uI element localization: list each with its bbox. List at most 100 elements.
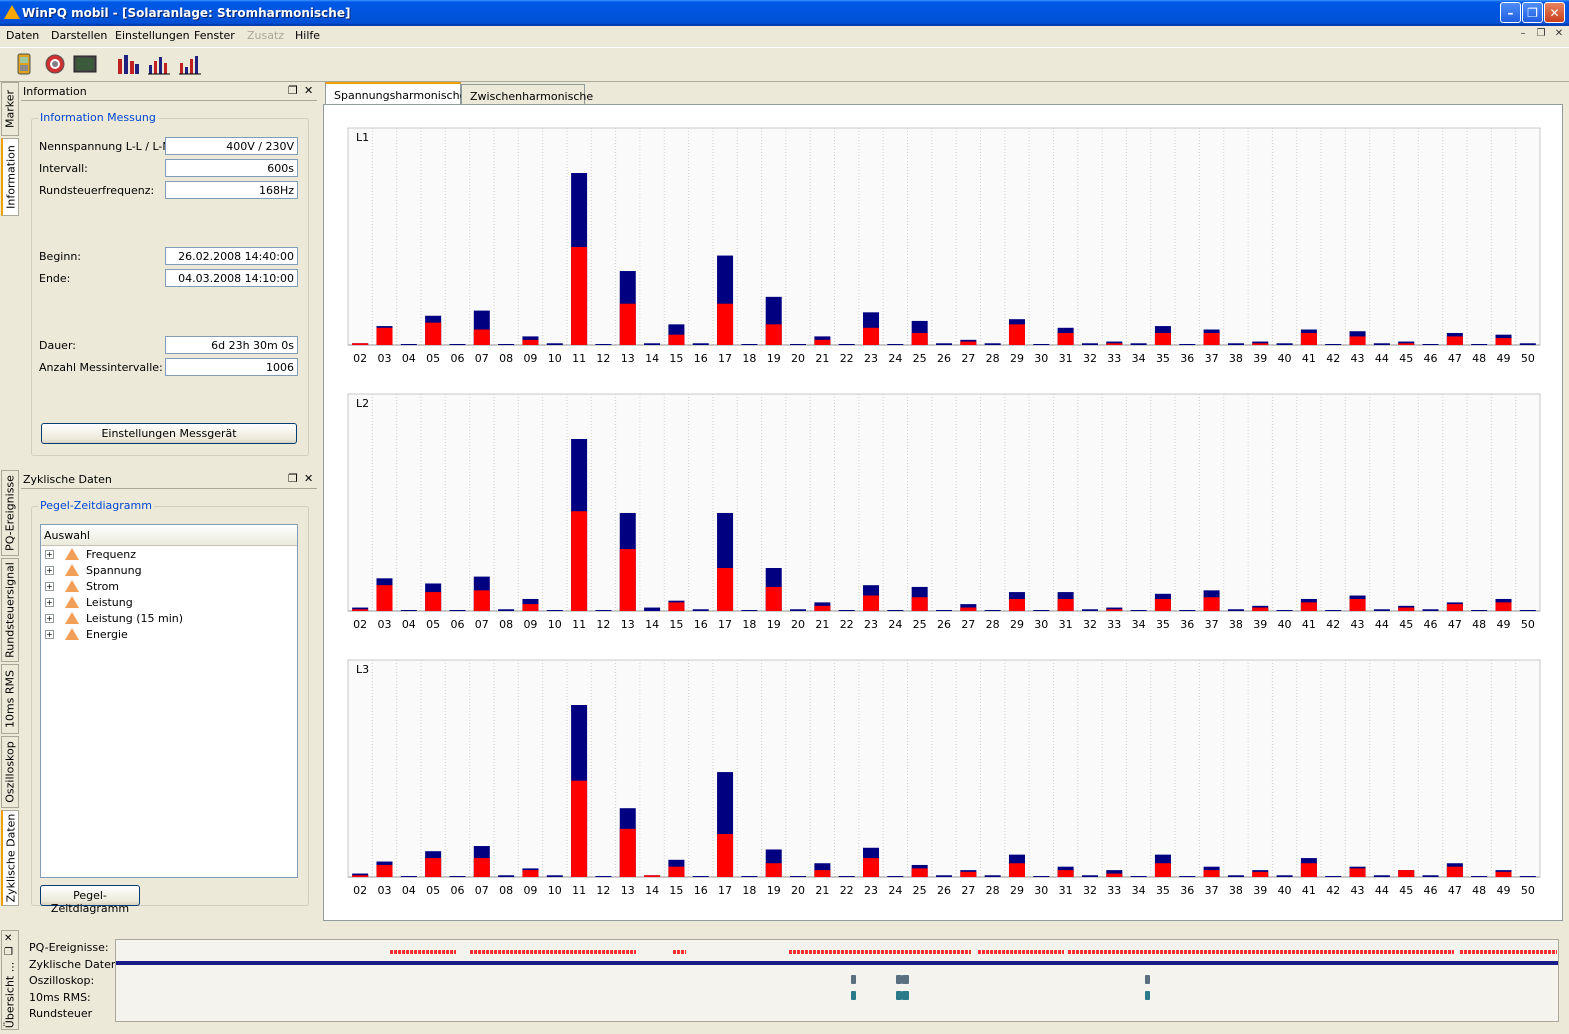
label-rundsteuerfrequenz: Rundsteuerfrequenz: <box>39 184 155 197</box>
bar-red-13 <box>619 828 636 877</box>
tick-label-09: 09 <box>523 618 537 631</box>
bar-blue-24 <box>887 876 904 877</box>
side-tab-rundsteuersignal[interactable]: Rundsteuersignal <box>1 558 19 662</box>
close-icon[interactable]: ✕ <box>304 84 313 97</box>
oscilloscope-marker <box>902 975 909 984</box>
bar-red-41 <box>1300 602 1317 611</box>
timeline-graphic <box>116 950 1558 1000</box>
bar-blue-42 <box>1325 344 1342 345</box>
pegel-zeitdiagramm-button[interactable]: Pegel-Zeitdiagramm <box>40 885 140 915</box>
mdi-restore-icon[interactable]: ❐ <box>1534 28 1548 41</box>
menu-einstellungen[interactable]: Einstellungen <box>115 29 190 42</box>
tick-label-15: 15 <box>669 352 683 365</box>
bar-blue-10 <box>546 343 563 345</box>
oscilloscope-marker <box>896 975 902 984</box>
tick-label-13: 13 <box>621 884 635 897</box>
tick-label-24: 24 <box>888 618 902 631</box>
bar-blue-30 <box>1033 610 1050 611</box>
warning-triangle-icon <box>65 628 79 640</box>
side-tab-information[interactable]: Information <box>1 138 19 216</box>
menu-darstellen[interactable]: Darstellen <box>51 29 107 42</box>
bar-blue-12 <box>595 610 612 611</box>
monitor-icon[interactable] <box>73 53 97 75</box>
bar-red-21 <box>814 605 831 611</box>
bar-red-39 <box>1252 871 1269 877</box>
bar-red-09 <box>522 870 539 877</box>
tab-spannungsharmonische[interactable]: Spannungsharmonische <box>325 82 466 105</box>
field-ende[interactable]: 04.03.2008 14:10:00 <box>165 269 298 287</box>
mdi-close-icon[interactable]: ✕ <box>1552 28 1566 41</box>
label-beginn: Beginn: <box>39 250 82 263</box>
float-icon[interactable]: ❐ <box>288 472 298 485</box>
bar-blue-38 <box>1227 875 1244 877</box>
bar-red-13 <box>619 303 636 345</box>
refresh-icon[interactable] <box>43 53 67 75</box>
chart-plot-area <box>347 659 1541 878</box>
tab-zwischenharmonische[interactable]: Zwischenharmonische <box>461 84 593 104</box>
tick-label-17: 17 <box>718 352 732 365</box>
tick-label-16: 16 <box>694 884 708 897</box>
close-icon[interactable]: ✕ <box>304 472 313 485</box>
bar-blue-48 <box>1471 876 1488 877</box>
field-nennspannung[interactable]: 400V / 230V <box>165 137 298 155</box>
tick-label-30: 30 <box>1034 352 1048 365</box>
bar-red-25 <box>911 597 928 611</box>
overview-timeline[interactable] <box>115 939 1559 1022</box>
bar-blue-22 <box>838 344 855 345</box>
overview-tab[interactable]: ✕ ❐ Übersicht ... <box>1 930 19 1030</box>
einstellungen-messgeraet-button[interactable]: Einstellungen Messgerät <box>41 423 297 444</box>
field-beginn[interactable]: 26.02.2008 14:40:00 <box>165 247 298 265</box>
mdi-minimize-icon[interactable]: – <box>1516 28 1530 41</box>
expand-icon[interactable]: + <box>45 582 54 591</box>
tick-label-39: 39 <box>1253 618 1267 631</box>
bar-chart-icon[interactable] <box>147 53 171 75</box>
menu-fenster[interactable]: Fenster <box>194 29 235 42</box>
minimize-button[interactable]: – <box>1500 2 1521 23</box>
bar-red-31 <box>1057 332 1074 345</box>
expand-icon[interactable]: + <box>45 614 54 623</box>
tick-label-32: 32 <box>1083 884 1097 897</box>
expand-icon[interactable]: + <box>45 630 54 639</box>
tick-label-36: 36 <box>1180 618 1194 631</box>
menu-daten[interactable]: Daten <box>6 29 39 42</box>
side-tab-10ms-rms[interactable]: 10ms RMS <box>1 664 19 734</box>
menu-hilfe[interactable]: Hilfe <box>295 29 320 42</box>
overview-label-rundsteuer: Rundsteuer <box>29 1007 93 1020</box>
float-icon[interactable]: ❐ <box>4 947 13 958</box>
bar-red-02 <box>352 609 369 611</box>
bar-red-13 <box>619 549 636 611</box>
tick-label-30: 30 <box>1034 618 1048 631</box>
expand-icon[interactable]: + <box>45 566 54 575</box>
field-dauer[interactable]: 6d 23h 30m 0s <box>165 336 298 354</box>
close-icon[interactable]: ✕ <box>4 933 12 944</box>
expand-icon[interactable]: + <box>45 550 54 559</box>
harmonics-chart-icon[interactable] <box>116 53 140 75</box>
device-icon[interactable] <box>12 53 36 75</box>
side-tab-oszilloskop[interactable]: Oszilloskop <box>1 736 19 808</box>
field-anzahl-messintervalle[interactable]: 1006 <box>165 358 298 376</box>
selection-tree[interactable]: Auswahl + Frequenz + Spannung + Strom + Leis… <box>40 524 298 878</box>
field-rundsteuerfrequenz[interactable]: 168Hz <box>165 181 298 199</box>
close-button[interactable]: ✕ <box>1544 2 1565 23</box>
bar-blue-10 <box>546 875 563 877</box>
tick-label-02: 02 <box>353 352 367 365</box>
bar-blue-08 <box>498 609 515 611</box>
side-tab-pq-ereignisse[interactable]: PQ-Ereignisse <box>1 470 19 556</box>
restore-button[interactable]: ❐ <box>1522 2 1543 23</box>
field-intervall[interactable]: 600s <box>165 159 298 177</box>
interharmonics-chart-icon[interactable] <box>178 53 202 75</box>
bar-blue-42 <box>1325 876 1342 877</box>
expand-icon[interactable]: + <box>45 598 54 607</box>
tick-label-40: 40 <box>1278 884 1292 897</box>
side-tab-zyklische-daten[interactable]: Zyklische Daten <box>1 810 19 906</box>
float-icon[interactable]: ❐ <box>288 84 298 97</box>
tick-label-22: 22 <box>840 618 854 631</box>
tick-label-05: 05 <box>426 352 440 365</box>
bar-red-37 <box>1203 332 1220 345</box>
tick-label-03: 03 <box>377 884 391 897</box>
tree-header[interactable]: Auswahl <box>41 525 297 546</box>
side-tab-marker[interactable]: Marker <box>1 82 19 136</box>
bar-red-33 <box>1106 873 1123 877</box>
tick-label-32: 32 <box>1083 618 1097 631</box>
bar-red-15 <box>668 334 685 345</box>
